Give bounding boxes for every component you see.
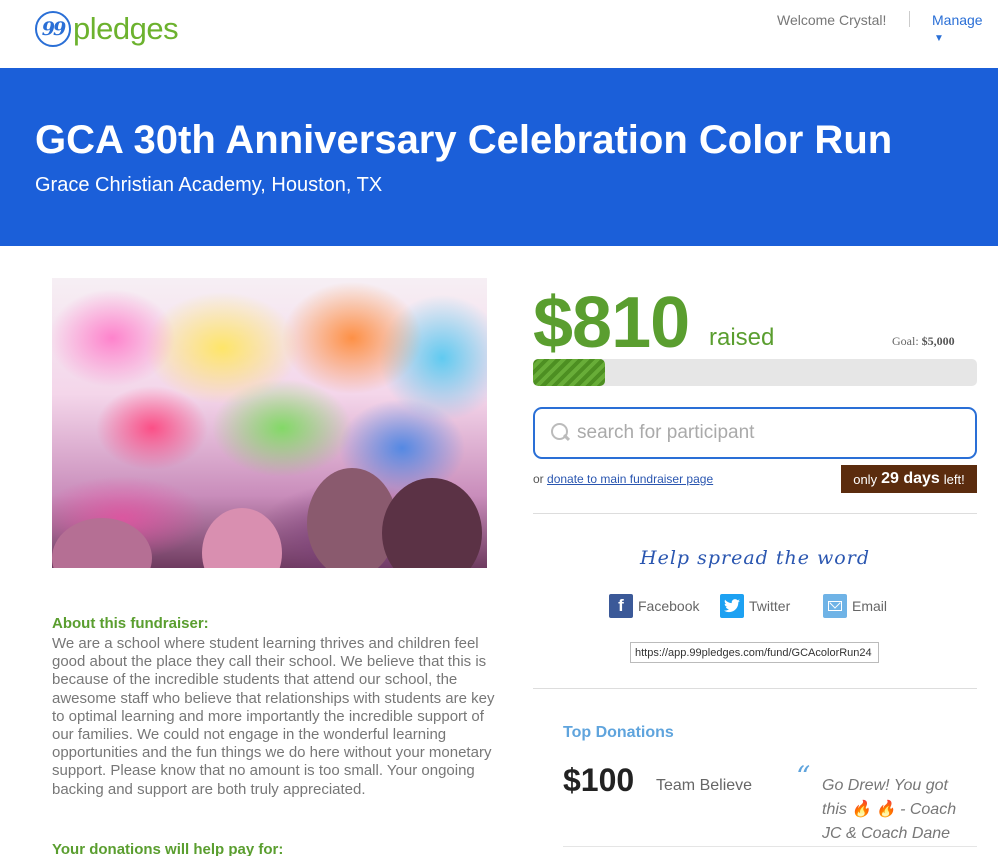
share-url-field[interactable]: https://app.99pledges.com/fund/GCAcolorR… (630, 642, 879, 663)
divider (563, 846, 977, 847)
quote-icon: “ (796, 760, 811, 793)
email-label: Email (852, 598, 888, 614)
chevron-down-icon: ▼ (934, 33, 944, 44)
fundraiser-title: GCA 30th Anniversary Celebration Color R… (35, 118, 893, 162)
top-donations-title: Top Donations (563, 724, 674, 741)
fundraiser-image (52, 278, 487, 568)
manage-label: Manage (932, 12, 983, 28)
nav-divider (909, 11, 910, 27)
welcome-text: Welcome Crystal! (777, 12, 887, 28)
logo-mark: 99 (35, 11, 71, 47)
goal-amount: $5,000 (921, 334, 955, 348)
logo-text: pledges (73, 11, 179, 46)
donate-prefix: or (533, 472, 544, 486)
search-input[interactable] (577, 422, 957, 444)
fundraiser-subtitle: Grace Christian Academy, Houston, TX (35, 174, 383, 196)
progress-bar-fill (533, 359, 605, 386)
share-email-button[interactable]: Email (823, 594, 887, 618)
share-heading: Help spread the word (640, 547, 870, 569)
progress-bar (533, 359, 977, 386)
donations-pay-title: Your donations will help pay for: (52, 841, 284, 856)
donate-main-link[interactable]: donate to main fundraiser page (547, 472, 713, 486)
facebook-icon: f (609, 594, 633, 618)
about-title: About this fundraiser: (52, 615, 209, 632)
share-facebook-button[interactable]: f Facebook (609, 594, 699, 618)
manage-menu-button[interactable]: Manage ▼ (932, 12, 998, 44)
facebook-label: Facebook (638, 598, 700, 614)
days-left-suffix: left! (943, 471, 965, 487)
twitter-icon (720, 594, 744, 618)
raised-amount: $810 (533, 283, 690, 363)
donation-message: Go Drew! You got this 🔥 🔥 - Coach JC & C… (822, 777, 957, 842)
donor-name: Team Believe (656, 777, 753, 794)
days-left-badge: only 29 days left! (841, 465, 977, 493)
about-text: We are a school where student learning t… (52, 635, 495, 798)
top-navbar: 99 pledges Welcome Crystal! Manage ▼ (0, 0, 998, 68)
participant-search[interactable] (533, 407, 977, 459)
twitter-label: Twitter (749, 598, 791, 614)
donation-amount: $100 (563, 762, 635, 798)
fundraiser-banner: GCA 30th Anniversary Celebration Color R… (0, 68, 998, 246)
email-icon (823, 594, 847, 618)
divider (533, 513, 977, 514)
goal-text: Goal: $5,000 (892, 334, 955, 349)
donate-line: or donate to main fundraiser page (533, 472, 713, 486)
days-left-count: 29 days (881, 470, 940, 487)
share-twitter-button[interactable]: Twitter (720, 594, 790, 618)
raised-label: raised (709, 324, 775, 351)
goal-label: Goal: (892, 334, 919, 348)
search-icon (551, 423, 571, 443)
days-left-prefix: only (853, 471, 878, 487)
site-logo[interactable]: 99 pledges (35, 11, 179, 47)
divider (533, 688, 977, 689)
